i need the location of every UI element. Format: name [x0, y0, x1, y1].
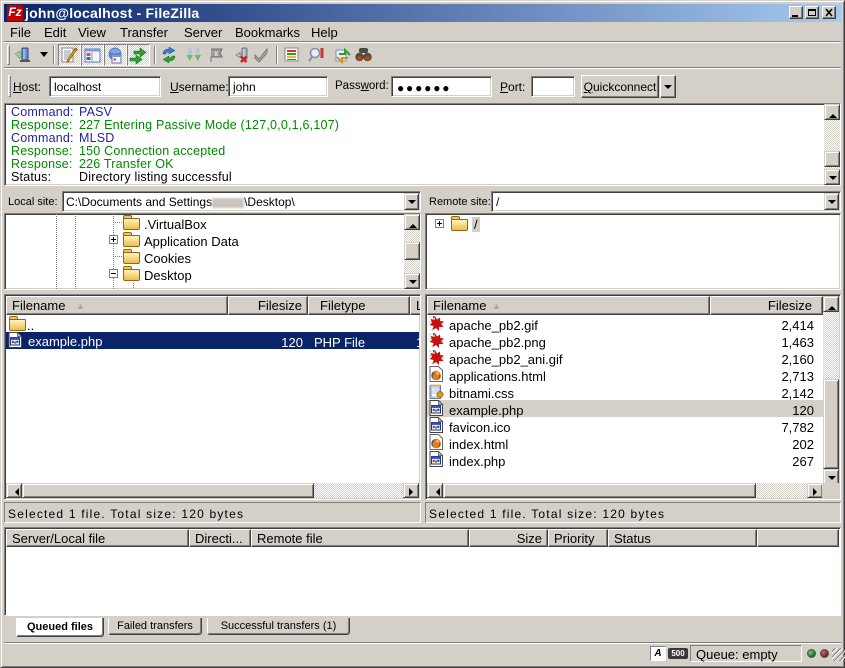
svg-text:x: x	[214, 49, 219, 58]
